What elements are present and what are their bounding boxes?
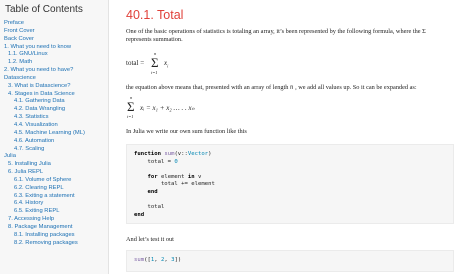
formula-lhs: total = — [126, 59, 145, 67]
toc-link[interactable]: 6. Julia REPL — [0, 169, 108, 177]
toc-link[interactable]: 6.3. Exiting a statement — [0, 193, 108, 201]
intro-paragraph-line-2: represents summation. — [126, 36, 183, 43]
toc-link[interactable]: 3. What is Datascience? — [0, 83, 108, 91]
toc-link[interactable]: Preface — [0, 20, 108, 28]
expansion-paragraph: the equation above means that, presented… — [126, 84, 417, 91]
toc-link[interactable]: 4.6. Automation — [0, 138, 108, 146]
toc-link[interactable]: 4.3. Statistics — [0, 114, 108, 122]
toc-link[interactable]: 6.4. History — [0, 200, 108, 208]
julia-intro-paragraph: In Julia we write our own sum function l… — [126, 128, 247, 135]
formula-term: xi — [164, 59, 169, 69]
toc-link[interactable]: 4. Stages in Data Science — [0, 91, 108, 99]
toc-link[interactable]: 4.2. Data Wrangling — [0, 106, 108, 114]
sigma-symbol: Σ — [151, 55, 159, 70]
expansion-terms: xᵢ = x₁ + x₂ … . . xₙ — [140, 104, 195, 112]
test-code-block: sum([1, 2, 3]) — [126, 250, 454, 272]
expansion-lower-limit: i=1 — [127, 114, 134, 119]
toc-link[interactable]: 4.5. Machine Learning (ML) — [0, 130, 108, 138]
table-of-contents-sidebar: Table of Contents Preface Front Cover Back… — [0, 0, 109, 274]
toc-list: Preface Front Cover Back Cover 1. What you … — [0, 20, 108, 247]
toc-link[interactable]: 6.5. Exiting REPL — [0, 208, 108, 216]
sum-function-code: function sum(v::Vector) total = 0 for el… — [134, 151, 215, 218]
expansion-sigma-symbol: Σ — [127, 99, 135, 114]
toc-link[interactable]: 1.2. Math — [0, 59, 108, 67]
article-content: 40.1. Total One of the basic operations … — [126, 0, 470, 274]
intro-paragraph-line-1: One of the basic operations of statistic… — [126, 28, 426, 35]
formula-lower-limit: i=1 — [151, 70, 158, 75]
test-code: sum([1, 2, 3]) — [134, 257, 182, 263]
toc-link[interactable]: 6.1. Volume of Sphere — [0, 177, 108, 185]
toc-link[interactable]: 4.4. Visualization — [0, 122, 108, 130]
toc-link[interactable]: 8.1. Installing packages — [0, 232, 108, 240]
section-title: 40.1. Total — [126, 8, 184, 22]
toc-title: Table of Contents — [5, 4, 83, 15]
toc-link[interactable]: 6.2. Clearing REPL — [0, 185, 108, 193]
toc-link[interactable]: Datascience — [0, 75, 108, 83]
toc-link[interactable]: 8. Package Management — [0, 224, 108, 232]
toc-link[interactable]: 4.7. Scaling — [0, 146, 108, 154]
toc-link[interactable]: Julia — [0, 153, 108, 161]
expanded-formula: n Σ i=1 xᵢ = x₁ + x₂ … . . xₙ — [126, 94, 286, 122]
toc-link[interactable]: 5. Installing Julia — [0, 161, 108, 169]
toc-link[interactable]: 4.1. Gathering Data — [0, 98, 108, 106]
toc-link[interactable]: 8.2. Removing packages — [0, 240, 108, 248]
summation-formula: total = n Σ i=1 xi — [126, 50, 206, 78]
toc-link[interactable]: 1. What you need to know — [0, 44, 108, 52]
toc-link[interactable]: 2. What you need to have? — [0, 67, 108, 75]
toc-link[interactable]: 1.1. GNU/Linux — [0, 51, 108, 59]
toc-link[interactable]: 7. Accessing Help — [0, 216, 108, 224]
toc-link[interactable]: Front Cover — [0, 28, 108, 36]
toc-link[interactable]: Back Cover — [0, 36, 108, 44]
sum-function-code-block: function sum(v::Vector) total = 0 for el… — [126, 144, 454, 224]
test-paragraph: And let’s test it out — [126, 236, 174, 243]
